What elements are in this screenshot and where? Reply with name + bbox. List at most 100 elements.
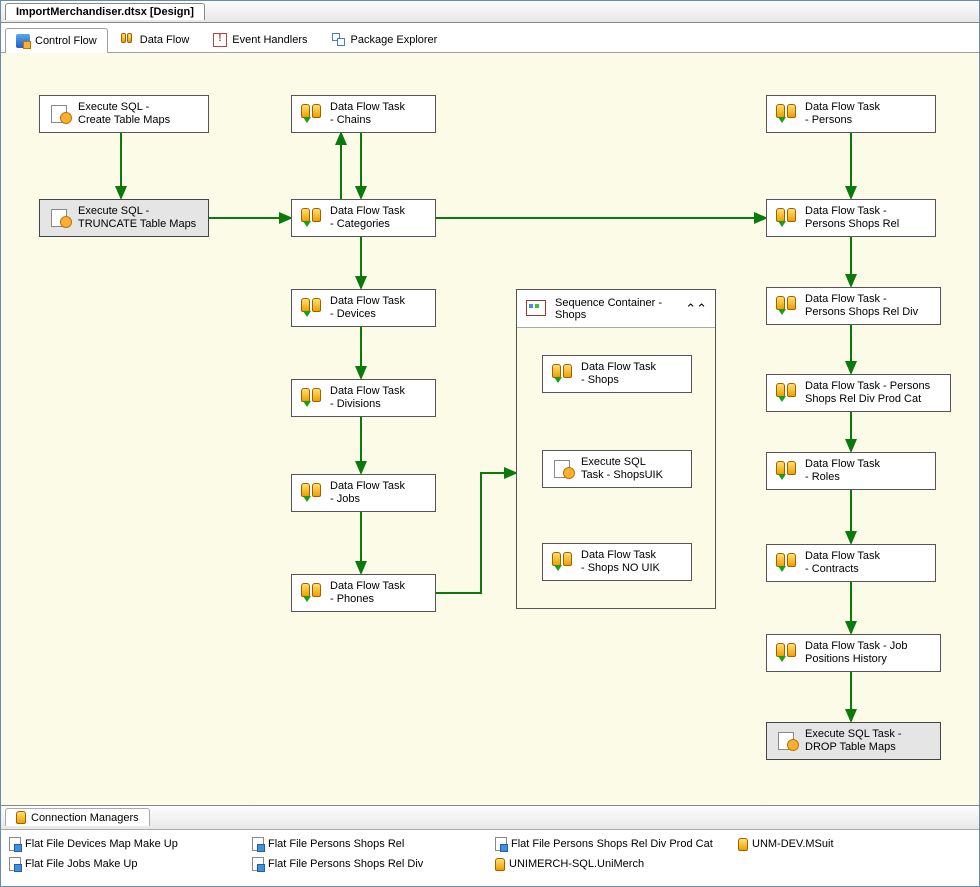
flat-file-icon bbox=[495, 837, 507, 851]
tab-label: Connection Managers bbox=[31, 812, 139, 824]
collapse-icon[interactable]: ⌃⌃ bbox=[685, 301, 707, 317]
task-label: Data Flow Task - Persons Shops Rel Div P… bbox=[805, 380, 930, 405]
task-data-flow-persons-shops-rel[interactable]: Data Flow Task - Persons Shops Rel bbox=[766, 199, 936, 237]
task-data-flow-devices[interactable]: Data Flow Task - Devices bbox=[291, 289, 436, 327]
task-label: Data Flow Task - Contracts bbox=[805, 550, 880, 575]
flat-file-icon bbox=[252, 857, 264, 871]
task-label: Data Flow Task - Devices bbox=[330, 295, 405, 320]
task-data-flow-shops-no-uik[interactable]: Data Flow Task - Shops NO UIK bbox=[542, 543, 692, 581]
task-label: Data Flow Task - Shops NO UIK bbox=[581, 549, 660, 574]
task-data-flow-divisions[interactable]: Data Flow Task - Divisions bbox=[291, 379, 436, 417]
design-canvas[interactable]: Execute SQL - Create Table Maps Execute … bbox=[1, 53, 979, 805]
task-data-flow-chains[interactable]: Data Flow Task - Chains bbox=[291, 95, 436, 133]
tab-label: Control Flow bbox=[35, 35, 97, 47]
database-icon bbox=[738, 838, 748, 851]
control-flow-icon bbox=[16, 34, 30, 48]
flat-file-icon bbox=[252, 837, 264, 851]
document-tab-bar: ImportMerchandiser.dtsx [Design] bbox=[1, 1, 979, 23]
connection-manager-item[interactable]: Flat File Persons Shops Rel bbox=[252, 834, 485, 854]
task-execute-sql-truncate-table-maps[interactable]: Execute SQL - TRUNCATE Table Maps bbox=[39, 199, 209, 237]
task-label: Data Flow Task - Categories bbox=[330, 205, 405, 230]
task-label: Execute SQL - TRUNCATE Table Maps bbox=[78, 205, 196, 230]
tab-label: Event Handlers bbox=[232, 34, 307, 46]
cm-label: UNIMERCH-SQL.UniMerch bbox=[509, 858, 644, 870]
data-flow-icon bbox=[551, 551, 575, 573]
connection-manager-item[interactable]: UNIMERCH-SQL.UniMerch bbox=[495, 854, 728, 874]
container-header[interactable]: Sequence Container - Shops ⌃⌃ bbox=[517, 290, 715, 328]
data-flow-icon bbox=[775, 295, 799, 317]
connection-manager-item[interactable]: Flat File Persons Shops Rel Div bbox=[252, 854, 485, 874]
data-flow-icon bbox=[300, 297, 324, 319]
data-flow-icon bbox=[775, 642, 799, 664]
task-label: Data Flow Task - Persons Shops Rel bbox=[805, 205, 899, 230]
event-handlers-icon bbox=[213, 33, 227, 47]
data-flow-icon bbox=[300, 387, 324, 409]
designer-tabs: Control Flow Data Flow Event Handlers Pa… bbox=[1, 23, 979, 53]
data-flow-icon bbox=[551, 363, 575, 385]
task-data-flow-persons-shops-rel-div[interactable]: Data Flow Task - Persons Shops Rel Div bbox=[766, 287, 941, 325]
cm-label: Flat File Persons Shops Rel Div Prod Cat bbox=[511, 838, 713, 850]
task-label: Data Flow Task - Divisions bbox=[330, 385, 405, 410]
data-flow-icon bbox=[775, 460, 799, 482]
connection-managers-tab[interactable]: Connection Managers bbox=[5, 808, 150, 826]
connection-manager-item[interactable]: Flat File Persons Shops Rel Div Prod Cat bbox=[495, 834, 728, 854]
connectors-layer bbox=[1, 53, 979, 805]
task-data-flow-roles[interactable]: Data Flow Task - Roles bbox=[766, 452, 936, 490]
connection-manager-item-empty bbox=[738, 854, 971, 874]
connection-managers-list: Flat File Devices Map Make Up Flat File … bbox=[1, 830, 979, 878]
task-label: Data Flow Task - Persons bbox=[805, 101, 880, 126]
execute-sql-icon bbox=[775, 730, 799, 752]
sequence-container-icon bbox=[525, 298, 549, 320]
task-data-flow-persons[interactable]: Data Flow Task - Persons bbox=[766, 95, 936, 133]
task-label: Data Flow Task - Shops bbox=[581, 361, 656, 386]
task-label: Execute SQL - Create Table Maps bbox=[78, 101, 170, 126]
cm-label: Flat File Persons Shops Rel bbox=[268, 838, 404, 850]
task-data-flow-contracts[interactable]: Data Flow Task - Contracts bbox=[766, 544, 936, 582]
container-title: Sequence Container - Shops bbox=[555, 297, 679, 321]
connection-manager-item[interactable]: UNM-DEV.MSuit bbox=[738, 834, 971, 854]
tab-package-explorer[interactable]: Package Explorer bbox=[321, 27, 449, 52]
execute-sql-icon bbox=[551, 458, 575, 480]
task-label: Data Flow Task - Persons Shops Rel Div bbox=[805, 293, 918, 318]
task-data-flow-persons-shops-rel-div-prod-cat[interactable]: Data Flow Task - Persons Shops Rel Div P… bbox=[766, 374, 951, 412]
data-flow-icon bbox=[775, 382, 799, 404]
connection-manager-item[interactable]: Flat File Devices Map Make Up bbox=[9, 834, 242, 854]
data-flow-icon bbox=[300, 103, 324, 125]
data-flow-icon bbox=[775, 103, 799, 125]
data-flow-icon bbox=[300, 582, 324, 604]
task-label: Data Flow Task - Phones bbox=[330, 580, 405, 605]
task-execute-sql-drop-table-maps[interactable]: Execute SQL Task - DROP Table Maps bbox=[766, 722, 941, 760]
task-data-flow-categories[interactable]: Data Flow Task - Categories bbox=[291, 199, 436, 237]
data-flow-icon bbox=[775, 552, 799, 574]
task-label: Data Flow Task - Roles bbox=[805, 458, 880, 483]
task-data-flow-shops[interactable]: Data Flow Task - Shops bbox=[542, 355, 692, 393]
sequence-container-shops[interactable]: Sequence Container - Shops ⌃⌃ Data Flow … bbox=[516, 289, 716, 609]
connection-manager-item[interactable]: Flat File Jobs Make Up bbox=[9, 854, 242, 874]
data-flow-icon bbox=[121, 33, 135, 47]
document-tab[interactable]: ImportMerchandiser.dtsx [Design] bbox=[5, 3, 205, 20]
flat-file-icon bbox=[9, 857, 21, 871]
flat-file-icon bbox=[9, 837, 21, 851]
task-label: Data Flow Task - Chains bbox=[330, 101, 405, 126]
data-flow-icon bbox=[300, 482, 324, 504]
tab-event-handlers[interactable]: Event Handlers bbox=[202, 27, 318, 52]
execute-sql-icon bbox=[48, 103, 72, 125]
tab-control-flow[interactable]: Control Flow bbox=[5, 28, 108, 53]
task-execute-sql-shops-uik[interactable]: Execute SQL Task - ShopsUIK bbox=[542, 450, 692, 488]
cm-label: Flat File Persons Shops Rel Div bbox=[268, 858, 423, 870]
task-data-flow-phones[interactable]: Data Flow Task - Phones bbox=[291, 574, 436, 612]
cm-label: Flat File Devices Map Make Up bbox=[25, 838, 178, 850]
data-flow-icon bbox=[775, 207, 799, 229]
tab-data-flow[interactable]: Data Flow bbox=[110, 27, 201, 52]
task-execute-sql-create-table-maps[interactable]: Execute SQL - Create Table Maps bbox=[39, 95, 209, 133]
connection-managers-panel: Connection Managers Flat File Devices Ma… bbox=[1, 805, 979, 885]
cm-label: UNM-DEV.MSuit bbox=[752, 838, 834, 850]
database-icon bbox=[16, 811, 26, 824]
task-data-flow-jobs[interactable]: Data Flow Task - Jobs bbox=[291, 474, 436, 512]
task-data-flow-job-positions-history[interactable]: Data Flow Task - Job Positions History bbox=[766, 634, 941, 672]
task-label: Execute SQL Task - ShopsUIK bbox=[581, 456, 663, 481]
tab-label: Data Flow bbox=[140, 34, 190, 46]
data-flow-icon bbox=[300, 207, 324, 229]
cm-label: Flat File Jobs Make Up bbox=[25, 858, 137, 870]
package-explorer-icon bbox=[332, 33, 346, 47]
